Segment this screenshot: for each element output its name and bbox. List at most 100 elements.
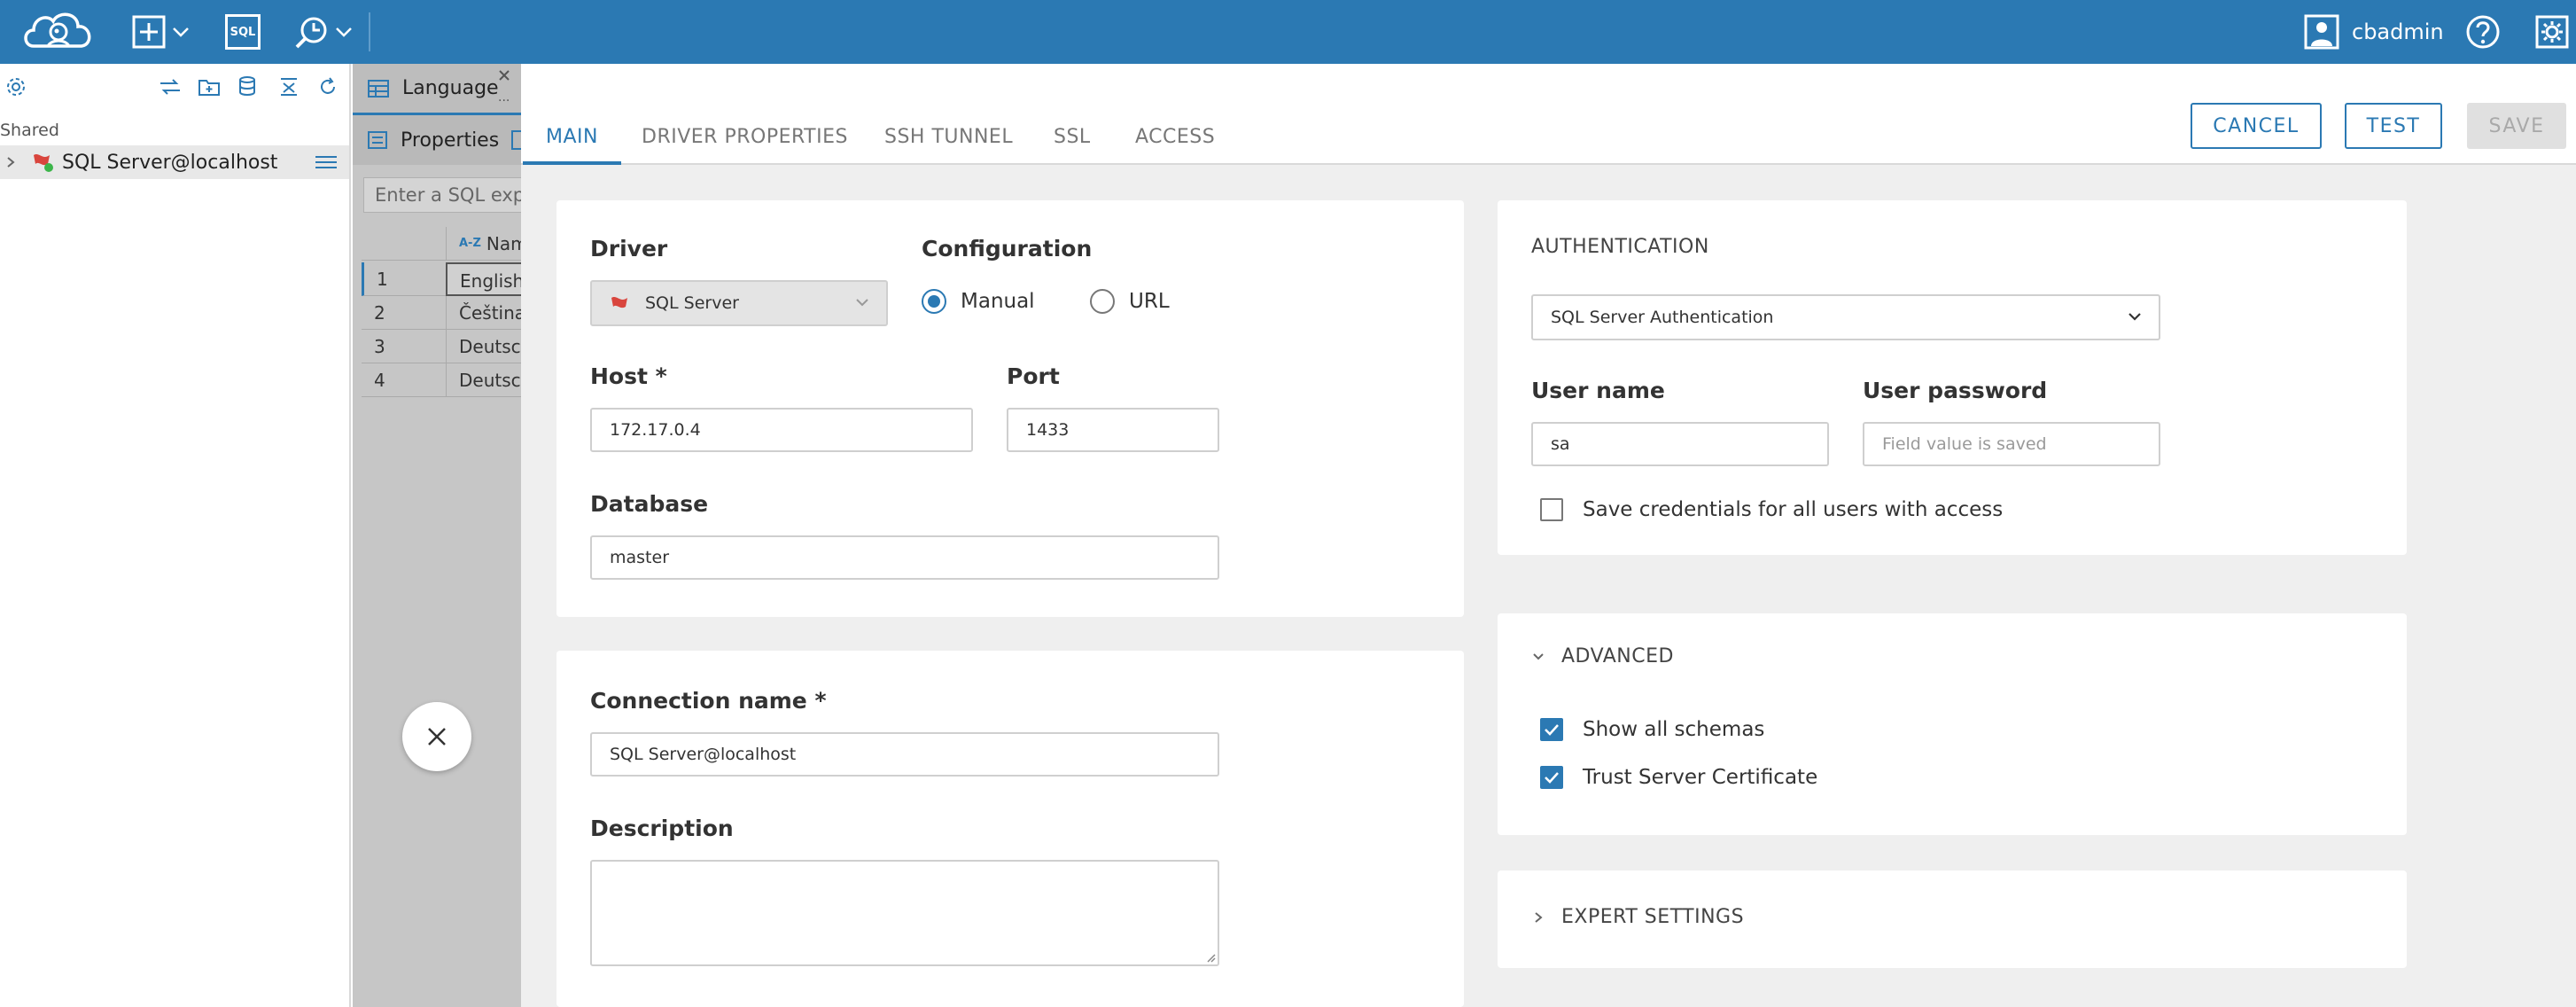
editor-tab-title: Language xyxy=(402,77,499,99)
radio-unselected-icon xyxy=(1090,289,1115,314)
checkbox-unchecked-icon xyxy=(1540,498,1563,521)
radio-selected-icon xyxy=(922,289,946,314)
show-all-schemas-checkbox[interactable]: Show all schemas xyxy=(1540,718,1764,741)
expert-settings-card: EXPERT SETTINGS xyxy=(1498,870,2407,968)
sort-az-icon: A-Z xyxy=(459,236,481,250)
tab-access[interactable]: ACCESS xyxy=(1135,126,1215,165)
connection-name-label: Connection name * xyxy=(590,688,827,714)
cancel-button[interactable]: CANCEL xyxy=(2191,103,2322,149)
tree-node-connection[interactable]: SQL Server@localhost xyxy=(0,145,349,179)
background-editor: Language ... Properties Enter a SQL exp … xyxy=(353,64,521,1007)
password-input[interactable] xyxy=(1863,422,2160,466)
table-row[interactable]: 2 Čeština xyxy=(362,296,521,330)
password-label: User password xyxy=(1863,378,2048,403)
new-connection-icon[interactable] xyxy=(129,12,168,51)
data-tab-icon[interactable] xyxy=(510,129,521,151)
connection-name-card: Connection name * Description xyxy=(556,651,1464,1007)
save-credentials-checkbox[interactable]: Save credentials for all users with acce… xyxy=(1540,498,2003,521)
description-label: Description xyxy=(590,816,734,841)
column-header-name[interactable]: A-Z Nam xyxy=(446,227,521,261)
host-input[interactable] xyxy=(590,408,973,452)
connection-name-input[interactable] xyxy=(590,732,1219,777)
sql-editor-icon[interactable]: SQL xyxy=(223,12,262,51)
close-icon xyxy=(426,726,447,747)
table-icon xyxy=(367,79,390,98)
table-row[interactable]: 4 Deutsch xyxy=(362,363,521,397)
description-textarea[interactable] xyxy=(590,860,1219,966)
navigator-panel: Shared SQL Server@localhost xyxy=(0,64,351,1007)
connection-dialog: MAIN DRIVER PROPERTIES SSH TUNNEL SSL AC… xyxy=(521,64,2576,1007)
chevron-right-icon[interactable] xyxy=(5,155,16,169)
tab-ssh-tunnel[interactable]: SSH TUNNEL xyxy=(884,126,1013,165)
sql-server-driver-icon xyxy=(610,294,631,312)
topbar-divider xyxy=(369,12,370,51)
settings-icon[interactable] xyxy=(2533,12,2572,51)
auth-method-value: SQL Server Authentication xyxy=(1551,308,1774,327)
user-menu[interactable]: cbadmin xyxy=(2304,11,2444,53)
sql-server-connected-icon xyxy=(32,152,55,173)
properties-icon xyxy=(367,130,388,150)
chevron-right-icon xyxy=(1533,910,1544,925)
resize-handle-icon[interactable] xyxy=(1205,952,1216,963)
top-bar: SQL cbadmin xyxy=(0,0,2576,64)
expert-settings-header[interactable]: EXPERT SETTINGS xyxy=(1533,906,1744,928)
config-url-radio[interactable]: URL xyxy=(1090,289,1170,314)
tab-more-dots[interactable]: ... xyxy=(498,90,510,105)
chevron-down-icon[interactable] xyxy=(333,21,354,43)
tab-main[interactable]: MAIN xyxy=(523,126,621,165)
tools-icon[interactable] xyxy=(291,11,333,53)
config-manual-radio[interactable]: Manual xyxy=(922,289,1035,314)
advanced-title: ADVANCED xyxy=(1561,645,1674,667)
checkbox-checked-icon xyxy=(1540,718,1563,741)
properties-tab-label: Properties xyxy=(401,129,500,152)
checkbox-checked-icon xyxy=(1540,766,1563,789)
database-label: Database xyxy=(590,491,709,517)
collapse-icon[interactable] xyxy=(275,73,303,101)
username-input[interactable] xyxy=(1531,422,1829,466)
shared-folder-label: Shared xyxy=(0,121,59,140)
port-label: Port xyxy=(1007,363,1060,389)
chevron-down-icon[interactable] xyxy=(170,21,191,43)
new-folder-icon[interactable] xyxy=(195,73,223,101)
user-name: cbadmin xyxy=(2352,20,2444,44)
settings-icon[interactable] xyxy=(2,73,30,101)
trust-server-certificate-checkbox[interactable]: Trust Server Certificate xyxy=(1540,766,1817,789)
chevron-down-icon xyxy=(854,296,870,308)
editor-tab-language[interactable]: Language ... xyxy=(353,64,521,115)
help-icon[interactable] xyxy=(2463,12,2502,51)
cloudbeaver-logo-icon[interactable] xyxy=(19,4,101,60)
expert-settings-title: EXPERT SETTINGS xyxy=(1561,906,1745,928)
close-tab-icon[interactable] xyxy=(498,69,510,82)
test-button[interactable]: TEST xyxy=(2345,103,2442,149)
save-button[interactable]: SAVE xyxy=(2467,103,2566,149)
tab-driver-properties[interactable]: DRIVER PROPERTIES xyxy=(642,126,848,165)
refresh-icon[interactable] xyxy=(314,73,342,101)
chevron-down-icon xyxy=(1531,652,1545,662)
grid-header-row: A-Z Nam xyxy=(362,227,521,261)
username-label: User name xyxy=(1531,378,1665,403)
close-dialog-button[interactable] xyxy=(402,702,471,771)
authentication-card: AUTHENTICATION SQL Server Authentication… xyxy=(1498,200,2407,555)
sql-expression-input[interactable]: Enter a SQL exp xyxy=(363,177,521,213)
driver-value: SQL Server xyxy=(645,293,739,313)
tree-node-label: SQL Server@localhost xyxy=(62,151,278,174)
host-label: Host * xyxy=(590,363,667,389)
node-menu-icon[interactable] xyxy=(314,154,339,170)
dialog-tab-bar: MAIN DRIVER PROPERTIES SSH TUNNEL SSL AC… xyxy=(521,64,2576,165)
database-icon[interactable] xyxy=(234,73,262,101)
tab-ssl[interactable]: SSL xyxy=(1054,126,1091,165)
auth-method-select[interactable]: SQL Server Authentication xyxy=(1531,294,2160,340)
database-input[interactable] xyxy=(590,535,1219,580)
driver-label: Driver xyxy=(590,236,668,262)
chevron-down-icon xyxy=(2127,310,2143,323)
port-input[interactable] xyxy=(1007,408,1219,452)
driver-select[interactable]: SQL Server xyxy=(590,280,888,326)
editor-tab-properties[interactable]: Properties xyxy=(353,115,521,165)
advanced-header[interactable]: ADVANCED xyxy=(1531,645,1674,667)
table-row[interactable]: 1 English xyxy=(362,262,521,296)
sql-icon-text: SQL xyxy=(225,14,261,50)
table-row[interactable]: 3 Deutsch xyxy=(362,330,521,363)
authentication-title: AUTHENTICATION xyxy=(1531,236,1709,258)
user-icon xyxy=(2304,14,2339,50)
link-icon[interactable] xyxy=(156,73,184,101)
